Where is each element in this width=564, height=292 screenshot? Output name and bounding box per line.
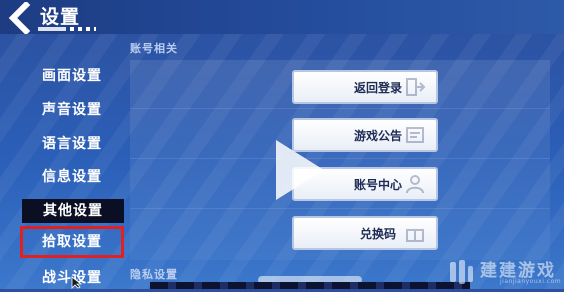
page-title: 设置	[40, 6, 81, 28]
watermark-url: jianjianyouxi.com	[500, 278, 562, 285]
sidebar-item-info[interactable]: 信息设置	[22, 163, 122, 191]
sidebar-item-other[interactable]: 其他设置	[22, 199, 124, 223]
notice-icon	[406, 127, 424, 143]
watermark: 建建游戏 jianjianyouxi.com	[448, 254, 564, 289]
section-title-account: 账号相关	[130, 42, 178, 55]
redeem-code-button[interactable]: 兑换码	[292, 216, 438, 250]
return-login-label: 返回登录	[353, 81, 402, 95]
sidebar-item-pickup[interactable]: 拾取设置	[20, 226, 124, 258]
sidebar-item-language[interactable]: 语言设置	[22, 130, 122, 158]
bottom-subtitle-band	[150, 282, 470, 289]
sidebar: 画面设置 声音设置 语言设置 信息设置 其他设置 拾取设置 战斗设置	[0, 58, 130, 289]
account-center-label: 账号中心	[353, 178, 402, 192]
return-login-button[interactable]: 返回登录	[292, 70, 438, 104]
play-icon[interactable]	[276, 140, 324, 200]
watermark-logo-icon	[450, 260, 473, 284]
chevron-left-icon	[8, 0, 31, 36]
section-title-privacy: 隐私设置	[130, 268, 178, 281]
redeem-code-label: 兑换码	[359, 227, 396, 241]
row-divider	[130, 158, 550, 159]
cursor-icon	[71, 276, 83, 289]
game-notice-label: 游戏公告	[353, 129, 402, 143]
title-underline-pattern	[66, 27, 96, 31]
user-icon	[406, 175, 424, 194]
row-divider	[130, 108, 550, 109]
sidebar-item-graphics[interactable]: 画面设置	[22, 62, 122, 90]
gift-icon	[406, 229, 424, 242]
logout-icon	[406, 78, 426, 96]
back-button[interactable]	[4, 0, 34, 36]
row-divider	[130, 208, 550, 209]
sidebar-item-sound[interactable]: 声音设置	[22, 96, 122, 124]
